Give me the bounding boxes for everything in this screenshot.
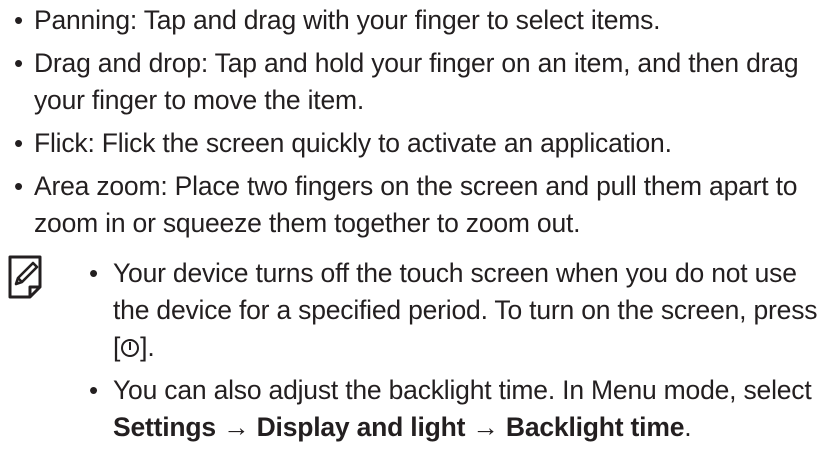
list-item-flick: • Flick: Flick the screen quickly to act… (14, 125, 814, 162)
note-text-before: Your device turns off the touch screen w… (113, 258, 818, 362)
note-text-after: . (684, 412, 692, 442)
bullet-text: Flick: Flick the screen quickly to activ… (34, 128, 672, 158)
note-list: • Your device turns off the touch screen… (89, 255, 818, 452)
list-item-area-zoom: • Area zoom: Place two fingers on the sc… (14, 168, 814, 242)
list-item-drag-and-drop: • Drag and drop: Tap and hold your finge… (14, 45, 814, 119)
bullet-marker: • (89, 375, 98, 405)
bullet-marker: • (14, 128, 23, 158)
bullet-marker: • (14, 48, 23, 78)
note-text-after: ]. (140, 332, 155, 362)
menu-path-display-and-light: Display and light (256, 412, 466, 442)
note-item-backlight: • You can also adjust the backlight time… (89, 372, 818, 446)
bullet-marker: • (14, 5, 23, 35)
note-pencil-icon (8, 255, 42, 299)
note-text-before: You can also adjust the backlight time. … (113, 375, 812, 405)
bullet-text: Drag and drop: Tap and hold your finger … (34, 48, 799, 115)
bullet-marker: • (14, 171, 23, 201)
note-item-screen-off: • Your device turns off the touch screen… (89, 255, 818, 366)
gesture-list: • Panning: Tap and drag with your finger… (14, 2, 814, 248)
path-arrow: → (472, 412, 499, 442)
menu-path-settings: Settings (113, 412, 216, 442)
path-arrow: → (223, 412, 250, 442)
manual-page: • Panning: Tap and drag with your finger… (0, 0, 825, 474)
power-key-icon (121, 339, 140, 357)
menu-path-backlight-time: Backlight time (505, 412, 685, 442)
bullet-text: Area zoom: Place two fingers on the scre… (34, 171, 798, 238)
list-item-panning: • Panning: Tap and drag with your finger… (14, 2, 814, 39)
bullet-marker: • (89, 258, 98, 288)
bullet-text: Panning: Tap and drag with your finger t… (34, 5, 661, 35)
